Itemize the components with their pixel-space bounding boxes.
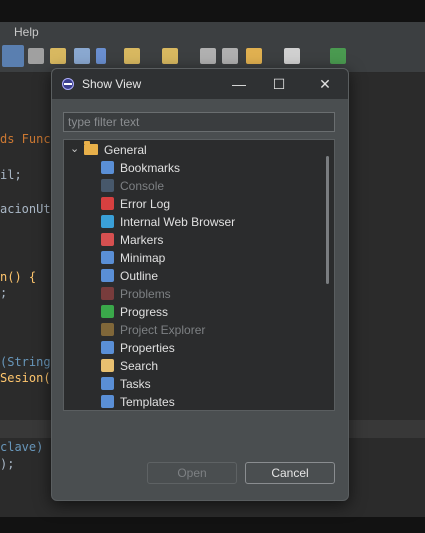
progress-icon xyxy=(101,305,114,318)
tree-item[interactable]: Search xyxy=(64,357,319,375)
minimap-icon xyxy=(101,251,114,264)
tree-item[interactable]: Bookmarks xyxy=(64,159,319,177)
tree-item[interactable]: Outline xyxy=(64,267,319,285)
tree-item-label: Progress xyxy=(120,305,169,319)
open-button[interactable]: Open xyxy=(147,462,237,484)
code-line: Sesion( xyxy=(0,371,51,385)
code-line: il; xyxy=(0,168,22,182)
bookmarks-icon xyxy=(101,161,114,174)
tree-item-label: Error Log xyxy=(120,197,171,211)
tree-item[interactable]: Markers xyxy=(64,231,319,249)
tree-item[interactable]: Internal Web Browser xyxy=(64,213,319,231)
tree-item-label: Search xyxy=(120,359,159,373)
code-line: ; xyxy=(0,286,8,300)
toolbar-paragraph-icon[interactable] xyxy=(96,48,106,64)
folder-icon xyxy=(84,141,98,155)
tree-item[interactable]: Minimap xyxy=(64,249,319,267)
tree-item-label: Markers xyxy=(120,233,164,247)
toolbar-new-icon[interactable] xyxy=(330,48,346,64)
chevron-down-icon[interactable]: ⌄ xyxy=(70,142,79,155)
tree-item-label: Minimap xyxy=(120,251,166,265)
toolbar-active-tool-icon[interactable] xyxy=(2,45,24,67)
markers-icon xyxy=(101,233,114,246)
close-button[interactable]: ✕ xyxy=(314,73,336,95)
tree-item-label: Console xyxy=(120,179,165,193)
maximize-button[interactable]: ☐ xyxy=(268,73,290,95)
toolbar-tool-icon[interactable] xyxy=(50,48,66,64)
tree-item-label: Outline xyxy=(120,269,159,283)
tree-item[interactable]: Tasks xyxy=(64,375,319,393)
problems-icon xyxy=(101,287,114,300)
outline-icon xyxy=(101,269,114,282)
code-line: clave) xyxy=(0,440,44,454)
toolbar-tool-icon[interactable] xyxy=(74,48,90,64)
show-view-dialog: Show View — ☐ ✕ ⌄ General Bookmarks Conso… xyxy=(51,68,349,501)
eclipse-icon xyxy=(62,78,74,90)
code-line: acionUt xyxy=(0,202,51,216)
code-line: ds Func xyxy=(0,132,51,146)
toolbar-tool-icon[interactable] xyxy=(162,48,178,64)
dialog-title: Show View xyxy=(82,77,142,91)
code-line: ); xyxy=(0,457,15,471)
tree-item[interactable]: Templates xyxy=(64,393,319,411)
error-log-icon xyxy=(101,197,114,210)
tree-group-general[interactable]: ⌄ General xyxy=(64,141,319,159)
cancel-button[interactable]: Cancel xyxy=(245,462,335,484)
properties-icon xyxy=(101,341,114,354)
tree-item[interactable]: Project Explorer xyxy=(64,321,319,339)
filter-input[interactable] xyxy=(63,112,335,132)
toolbar-back-icon[interactable] xyxy=(200,48,216,64)
project-explorer-icon xyxy=(101,323,114,336)
tree-scrollbar[interactable] xyxy=(326,156,329,284)
tree-item-label: Templates xyxy=(120,395,175,409)
code-line: (String xyxy=(0,355,51,369)
tree-item-label: Project Explorer xyxy=(120,323,206,337)
toolbar-tool-icon[interactable] xyxy=(28,48,44,64)
toolbar-tool-icon[interactable] xyxy=(124,48,140,64)
minimize-button[interactable]: — xyxy=(228,73,250,95)
templates-icon xyxy=(101,395,114,408)
tree-item[interactable]: Properties xyxy=(64,339,319,357)
search-icon xyxy=(101,359,114,372)
tree-item-label: Tasks xyxy=(120,377,151,391)
view-tree[interactable]: ⌄ General Bookmarks Console Error Log Inter… xyxy=(63,139,335,411)
menu-bar: Help xyxy=(0,22,425,42)
dialog-titlebar: Show View — ☐ ✕ xyxy=(52,69,348,99)
toolbar-nav-forward-icon[interactable] xyxy=(284,48,300,64)
tree-group-label: General xyxy=(104,143,147,157)
tree-item-label: Internal Web Browser xyxy=(120,215,236,229)
status-strip xyxy=(0,517,425,533)
tasks-icon xyxy=(101,377,114,390)
menu-help[interactable]: Help xyxy=(14,25,39,39)
tree-item[interactable]: Error Log xyxy=(64,195,319,213)
toolbar-forward-icon[interactable] xyxy=(222,48,238,64)
window-top-strip xyxy=(0,0,425,22)
tree-item[interactable]: Problems xyxy=(64,285,319,303)
toolbar-nav-back-icon[interactable] xyxy=(246,48,262,64)
code-line: n() { xyxy=(0,270,37,284)
globe-icon xyxy=(101,215,114,228)
console-icon xyxy=(101,179,114,192)
tree-item[interactable]: Console xyxy=(64,177,319,195)
tree-item-label: Bookmarks xyxy=(120,161,181,175)
tree-item-label: Properties xyxy=(120,341,175,355)
tree-item[interactable]: Progress xyxy=(64,303,319,321)
tree-item-label: Problems xyxy=(120,287,171,301)
